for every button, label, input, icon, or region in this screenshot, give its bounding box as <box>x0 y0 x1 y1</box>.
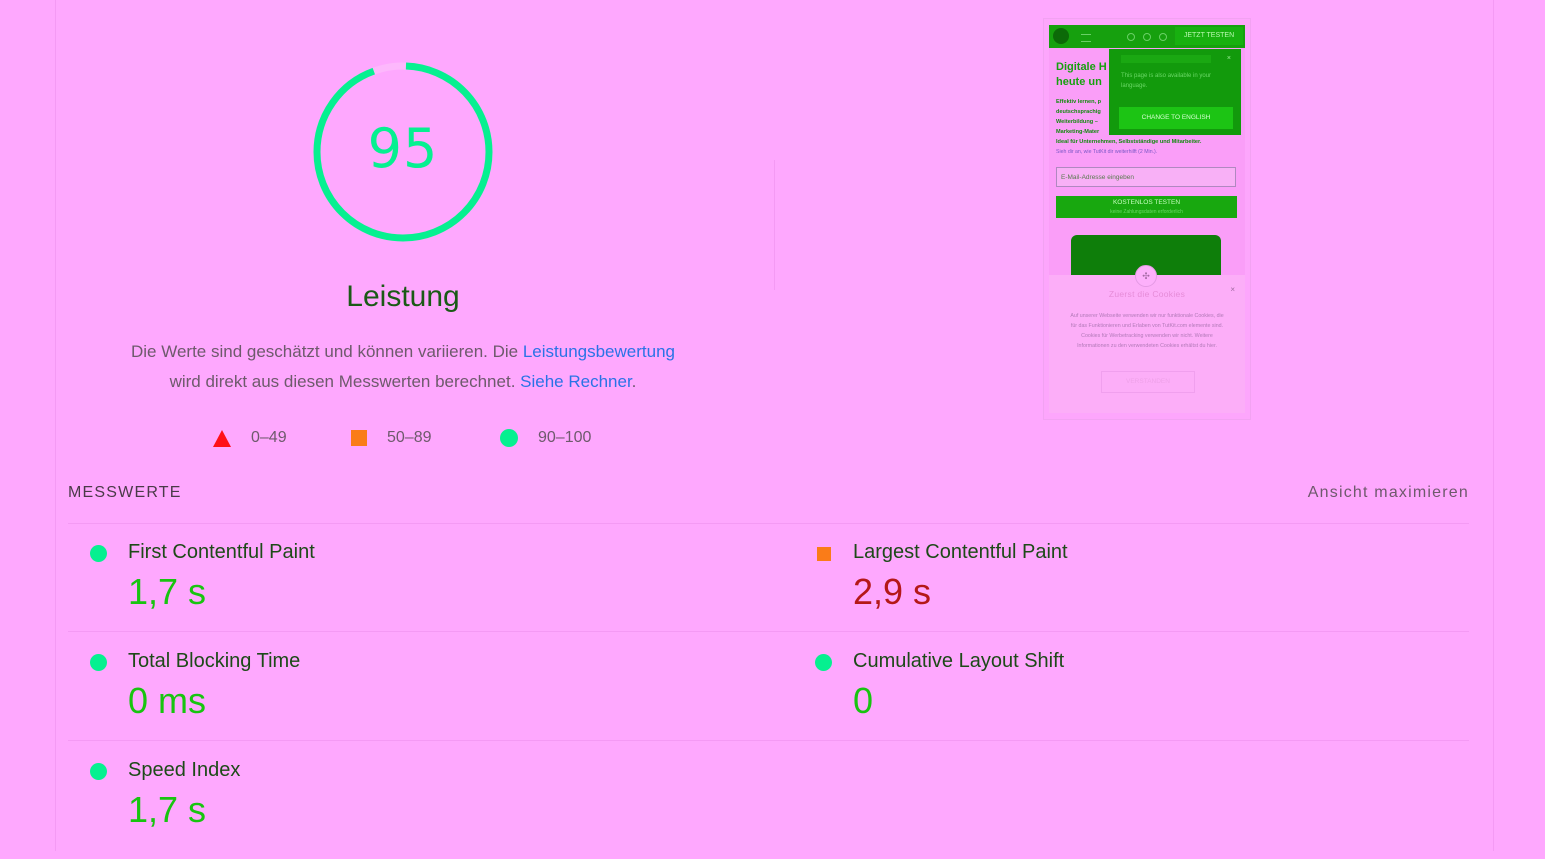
metric-label: Total Blocking Time <box>128 650 301 672</box>
gauge-title: Leistung <box>346 280 460 313</box>
performance-gauge: 95 <box>312 61 494 243</box>
circle-icon <box>815 654 832 671</box>
screenshot-body-line: Ideal für Unternehmen, Selbstständige un… <box>1056 139 1202 145</box>
divider <box>774 160 775 290</box>
triangle-icon <box>213 429 231 447</box>
metric-value: 0 ms <box>128 680 207 721</box>
description-text-1: Die Werte sind geschätzt und können vari… <box>130 342 523 361</box>
popover-text: This page is also available in your lang… <box>1121 73 1212 89</box>
circle-icon <box>90 545 107 562</box>
metric-value: 0 <box>853 680 874 721</box>
popover-title-bar <box>1121 55 1211 63</box>
legend-item-average: 50–89 <box>351 426 432 450</box>
primary-button-sub: keine Zahlungsdaten erforderlich <box>1110 209 1183 215</box>
cookie-title: Zuerst die Cookies <box>1108 289 1186 299</box>
cookie-button: VERSTANDEN <box>1101 371 1195 393</box>
calculator-link[interactable]: Siehe Rechner <box>520 372 632 391</box>
legend-range-fail: 0–49 <box>251 429 287 446</box>
screenshot-cookie-banner: ✣ × Zuerst die Cookies Auf unserer Webse… <box>1049 265 1245 413</box>
close-icon: × <box>1226 55 1231 62</box>
circle-icon <box>90 654 107 671</box>
description-text-2: wird direkt aus diesen Messwerten berech… <box>169 372 521 391</box>
metric-total-blocking-time: Total Blocking Time 0 ms <box>90 650 690 750</box>
metric-speed-index: Speed Index 1,7 s <box>90 759 690 859</box>
gauge-score: 95 <box>367 117 439 180</box>
metric-label: Largest Contentful Paint <box>853 541 1068 563</box>
legend-item-pass: 90–100 <box>500 426 591 450</box>
metric-label: Cumulative Layout Shift <box>853 650 1065 672</box>
divider <box>68 523 1469 524</box>
circle-icon <box>90 763 107 780</box>
metric-largest-contentful-paint: Largest Contentful Paint 2,9 s <box>815 541 1415 641</box>
metric-label: Speed Index <box>128 759 241 781</box>
legend-range-average: 50–89 <box>387 429 432 446</box>
description-text-3: . <box>631 372 637 391</box>
screenshot-email-field: E-Mail-Adresse eingeben <box>1056 167 1236 187</box>
cart-icon <box>1159 33 1167 41</box>
legend-range-pass: 90–100 <box>538 429 592 446</box>
metric-value: 2,9 s <box>853 571 932 612</box>
cookie-text: Auf unserer Webseite verwenden wir nur f… <box>1070 313 1224 349</box>
screenshot-language-popover: × This page is also available in your la… <box>1109 49 1241 135</box>
hamburger-icon <box>1081 34 1091 42</box>
legend-item-fail: 0–49 <box>213 426 287 450</box>
square-icon <box>817 547 831 561</box>
metric-value: 1,7 s <box>128 571 207 612</box>
screenshot-header: JETZT TESTEN <box>1049 25 1245 48</box>
popover-button: CHANGE TO ENGLISH <box>1119 107 1233 129</box>
metric-cumulative-layout-shift: Cumulative Layout Shift 0 <box>815 650 1415 750</box>
circle-icon <box>500 429 518 447</box>
screenshot-cta: JETZT TESTEN <box>1175 27 1243 45</box>
performance-score-link[interactable]: Leistungsbewertung <box>523 342 675 361</box>
screenshot-viewport: JETZT TESTEN Digitale H heute un Effekti… <box>1049 25 1245 413</box>
metric-value: 1,7 s <box>128 789 207 830</box>
expand-view-toggle[interactable]: Ansicht maximieren <box>1308 484 1469 502</box>
site-logo-icon <box>1053 28 1069 44</box>
metrics-section-title: MESSWERTE <box>68 484 182 501</box>
primary-button-label: KOSTENLOS TESTEN <box>1112 199 1181 206</box>
score-description: Die Werte sind geschätzt und können vari… <box>102 337 704 397</box>
screenshot-primary-button: KOSTENLOS TESTEN keine Zahlungsdaten erf… <box>1056 196 1237 218</box>
screenshot-body-link: Sieh dir an, wie TutKit dir weiterhilft … <box>1056 149 1158 155</box>
cookie-icon: ✣ <box>1135 265 1157 287</box>
user-icon <box>1143 33 1151 41</box>
search-icon <box>1127 33 1135 41</box>
square-icon <box>351 430 367 446</box>
final-screenshot[interactable]: JETZT TESTEN Digitale H heute un Effekti… <box>1043 18 1251 420</box>
screenshot-heading: Digitale H heute un <box>1056 61 1107 88</box>
metric-label: First Contentful Paint <box>128 541 315 563</box>
metric-first-contentful-paint: First Contentful Paint 1,7 s <box>90 541 690 641</box>
